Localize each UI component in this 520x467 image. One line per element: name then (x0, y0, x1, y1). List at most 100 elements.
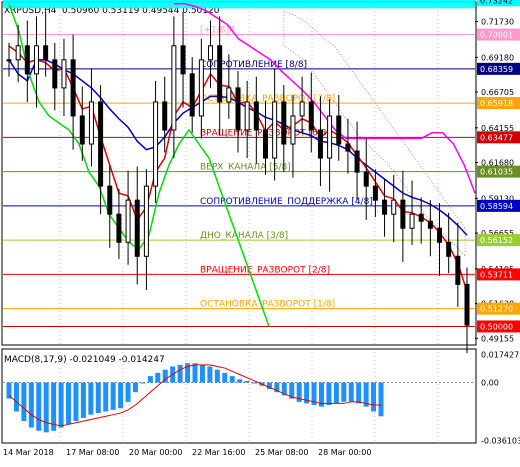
macd-bar (244, 380, 250, 383)
y-tick-label: 0.66705 (481, 88, 514, 97)
y-tick-label: 0.69180 (481, 53, 514, 62)
price-tag-text: 0.58594 (480, 202, 513, 211)
macd-bar (326, 382, 332, 406)
y-tick-label: 0.49155 (481, 334, 514, 343)
candle-body (24, 45, 30, 75)
candle-body (171, 45, 177, 131)
candle-body (372, 185, 378, 201)
price-tag-text: 0.53711 (480, 270, 513, 279)
macd-bar (371, 382, 377, 412)
macd-bar (36, 382, 42, 431)
candle-body (354, 150, 360, 173)
candle-body (33, 45, 39, 75)
candle-body (70, 59, 76, 117)
candle-body (281, 101, 287, 145)
price-tag-text: 0.56152 (480, 236, 513, 245)
candle-body (400, 199, 406, 229)
macd-bar (207, 366, 213, 383)
candle-body (363, 171, 369, 187)
candle-body (418, 213, 424, 222)
candle-body (437, 227, 443, 243)
candle-body (180, 45, 186, 75)
candle-body (345, 143, 351, 152)
candle-body (61, 59, 67, 89)
candle-body (88, 101, 94, 145)
x-tick-label: 25 Mar 08:00 (255, 448, 308, 457)
macd-bar (140, 382, 146, 384)
macd-y-tick-label: -0.036103 (481, 437, 520, 446)
candle-body (391, 199, 397, 215)
candle-body (143, 185, 149, 257)
macd-bar (6, 382, 12, 399)
candle-body (446, 241, 452, 257)
candle-body (43, 45, 49, 61)
candle-body (382, 199, 388, 215)
candle-body (327, 115, 333, 159)
price-tag-text: 0.51270 (480, 305, 513, 314)
macd-bar (80, 382, 86, 418)
candle-body (455, 255, 461, 285)
candle-body (290, 115, 296, 145)
macd-bar (378, 382, 384, 417)
candle-body (116, 213, 122, 243)
chart-root: XRPUSD,H4 0.50960 0.53119 0.49544 0.5012… (0, 0, 520, 463)
candle-body (427, 220, 433, 229)
candle-body (98, 101, 104, 187)
price-tag-text: 0.73242 (480, 0, 513, 5)
candle-body (299, 101, 305, 117)
chart-svg: XRPUSD,H4 0.50960 0.53119 0.49544 0.5012… (0, 0, 520, 463)
macd-bar (147, 376, 153, 383)
level-band (3, 0, 475, 9)
candle-body (226, 87, 232, 103)
candle-body (208, 45, 214, 61)
x-tick-label: 28 Mar 00:00 (318, 448, 371, 457)
macd-bar (237, 379, 243, 383)
candle-body (153, 101, 159, 187)
y-tick-label: 0.71730 (481, 18, 514, 27)
candle-body (79, 115, 85, 145)
price-tag-text: 0.50000 (480, 322, 513, 331)
candle-body (6, 59, 12, 62)
candle-body (125, 199, 131, 243)
candle-body (272, 101, 278, 159)
candle-body (262, 129, 268, 159)
candle-body (308, 101, 314, 131)
candle-body (217, 45, 223, 103)
macd-bar (199, 364, 205, 383)
price-tag-text: 0.65918 (480, 99, 513, 108)
x-tick-label: 17 Mar 08:00 (66, 448, 119, 457)
macd-bar (58, 382, 64, 428)
candle-body (244, 101, 250, 131)
macd-bar (252, 382, 258, 384)
x-tick-label: 20 Mar 00:00 (129, 448, 182, 457)
macd-bar (13, 382, 19, 412)
candle-body (134, 199, 140, 257)
macd-bar (103, 382, 109, 412)
price-tag-text: 0.68359 (480, 65, 513, 74)
candle-body (15, 45, 21, 61)
candle-body (253, 101, 259, 131)
macd-bar (28, 382, 34, 428)
candle-body (198, 59, 204, 117)
macd-bar (229, 376, 235, 383)
candle-body (464, 283, 470, 326)
macd-bar (192, 363, 198, 383)
macd-bar (43, 382, 49, 433)
price-tag-text: 0.70801 (480, 31, 513, 40)
level-label: [+2/8]P (255, 0, 290, 1)
macd-bar (155, 372, 161, 383)
macd-y-tick-label: 0.00 (481, 379, 499, 388)
macd-bar (222, 372, 228, 383)
macd-bar (177, 364, 183, 383)
level-label: ВРАЩЕНИЕ_РАЗВОРОТ [2/8] (200, 265, 330, 275)
level-label: СОПРОТИВЛЕНИЕ [8/8] (200, 60, 307, 70)
macd-bar (21, 382, 27, 422)
price-tag-text: 0.63477 (480, 133, 513, 142)
macd-label: MACD(8,17,9) -0.021049 -0.014247 (4, 355, 165, 365)
x-tick-label: 22 Mar 16:00 (192, 448, 245, 457)
macd-bar (214, 369, 220, 383)
candle-body (235, 87, 241, 131)
candle-body (162, 101, 168, 131)
level-label: ДНО_КАНАЛА [3/8] (200, 231, 288, 241)
macd-bar (110, 382, 116, 410)
